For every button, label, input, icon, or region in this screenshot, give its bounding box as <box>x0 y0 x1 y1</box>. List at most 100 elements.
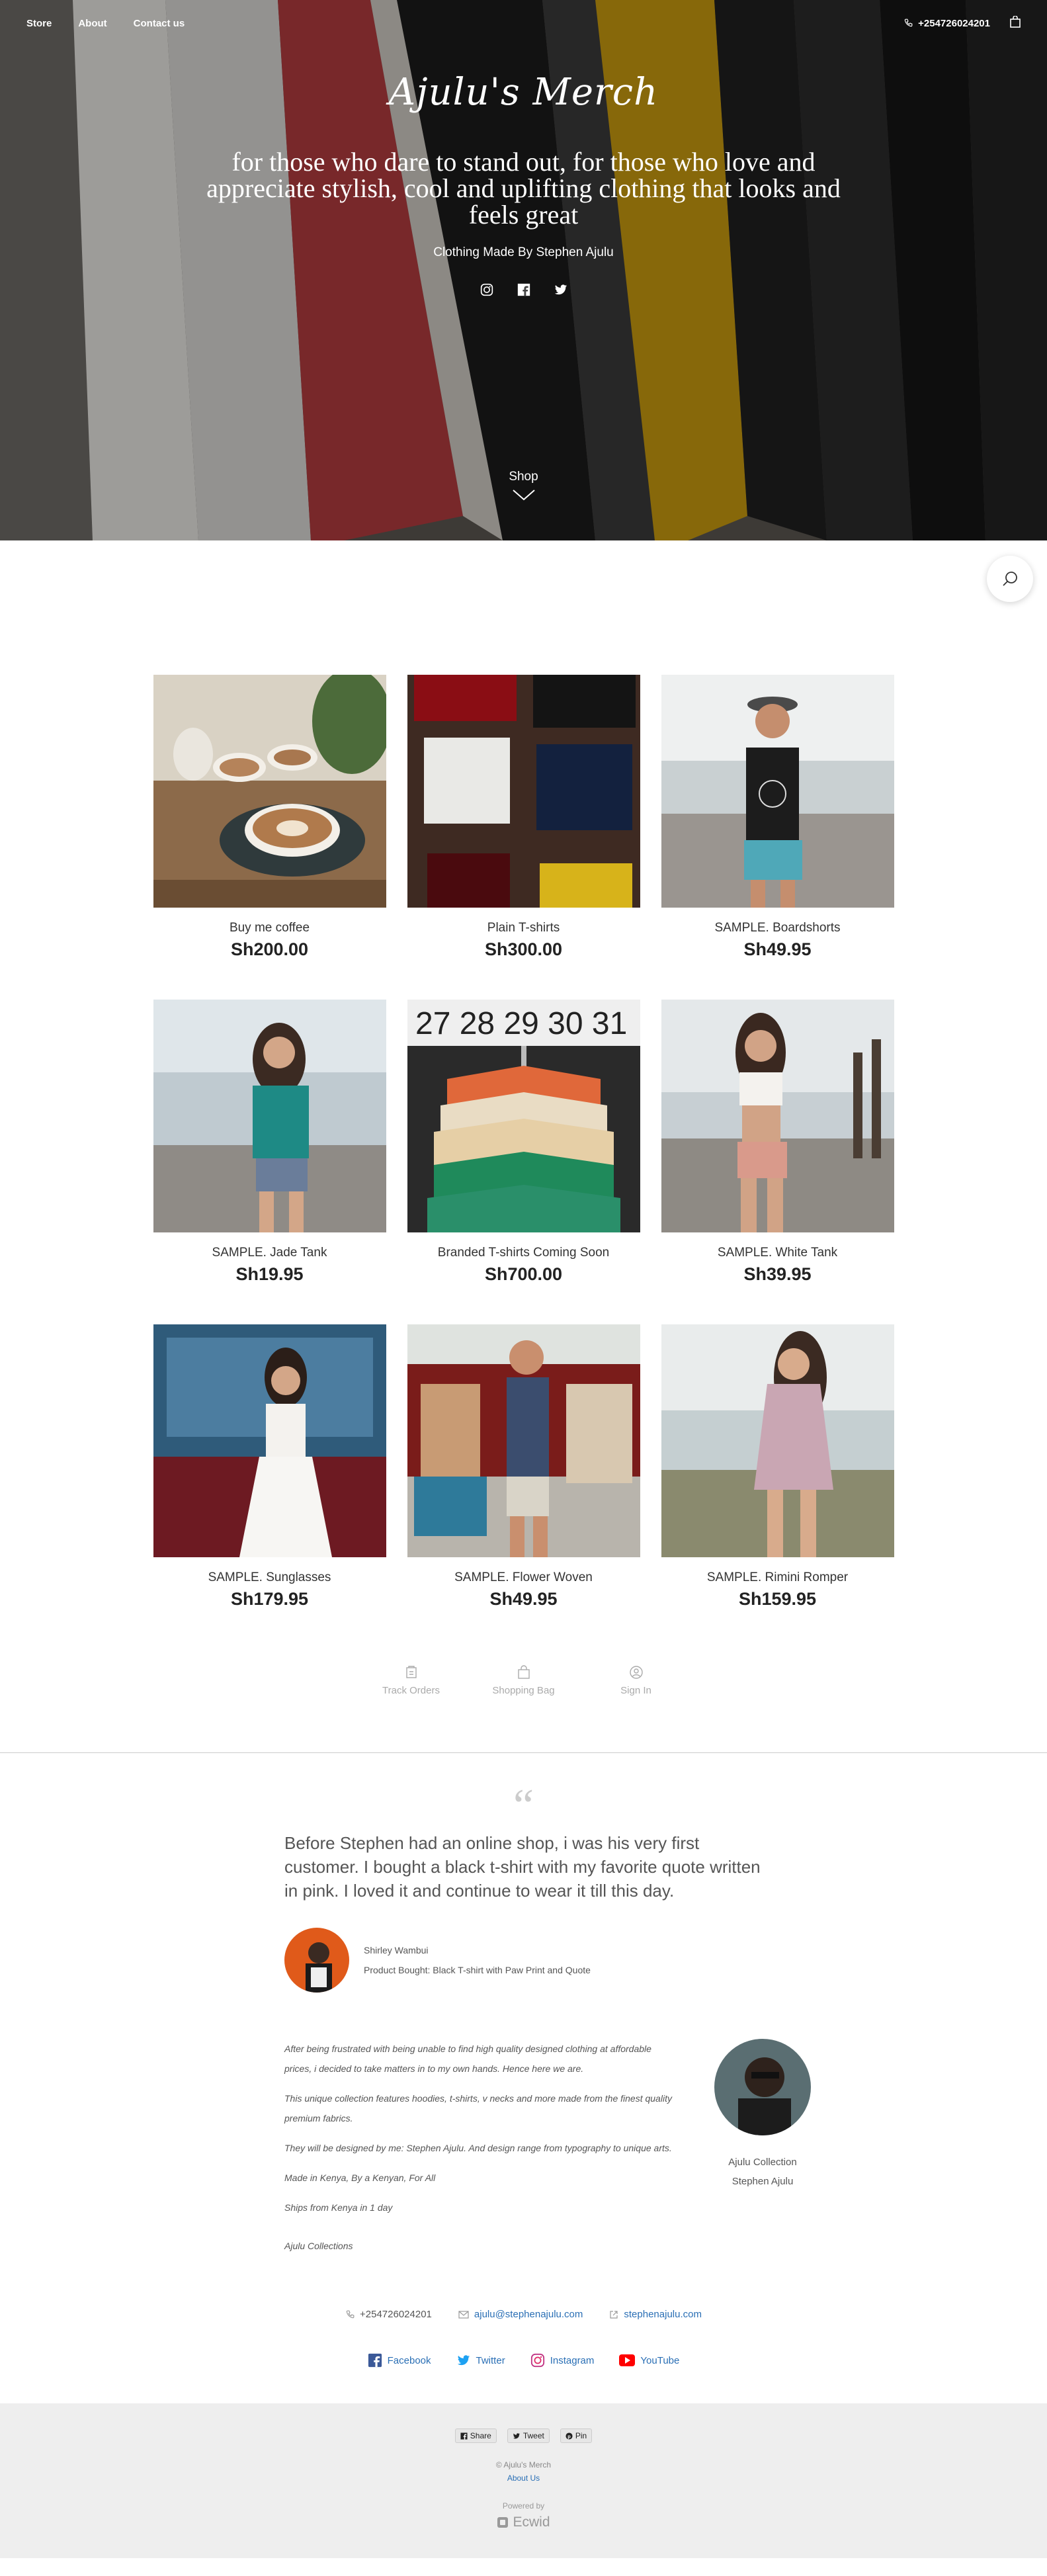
about-paragraph: Made in Kenya, By a Kenyan, For All <box>284 2172 436 2183</box>
svg-text:p: p <box>567 2433 571 2439</box>
tweet-button[interactable]: Tweet <box>507 2428 550 2443</box>
product-name[interactable]: SAMPLE. Boardshorts <box>661 921 894 935</box>
testimonial-author: Shirley Wambui Product Bought: Black T-s… <box>284 1928 1047 1993</box>
author-name: Shirley Wambui <box>364 1945 429 1955</box>
owner-caption-line1: Ajulu Collection <box>728 2157 797 2168</box>
product-image[interactable] <box>153 1000 386 1232</box>
product-name[interactable]: Branded T-shirts Coming Soon <box>407 1246 640 1260</box>
footer: Share Tweet p Pin © Ajulu's Merch About … <box>0 2403 1047 2558</box>
product-name[interactable]: Buy me coffee <box>153 921 386 935</box>
product-name[interactable]: SAMPLE. Rimini Romper <box>661 1570 894 1585</box>
product-price: Sh300.00 <box>484 939 563 959</box>
sign-in-link[interactable]: Sign In <box>600 1665 673 1696</box>
about-paragraph: This unique collection features hoodies,… <box>284 2093 672 2124</box>
track-orders-link[interactable]: Track Orders <box>375 1665 448 1696</box>
author-avatar <box>284 1928 349 1993</box>
product-price: Sh49.95 <box>489 1589 558 1609</box>
store-logo[interactable]: Ajulu's Merch <box>0 63 1047 122</box>
twitter-icon <box>513 2432 520 2438</box>
product-image[interactable] <box>407 675 640 908</box>
share-label: Share <box>470 2431 491 2440</box>
shop-scroll-link[interactable]: Shop <box>0 470 1047 501</box>
youtube-label: YouTube <box>640 2354 680 2366</box>
product-price: Sh700.00 <box>484 1264 563 1284</box>
pinterest-icon: p <box>565 2432 573 2440</box>
about-paragraph: Ships from Kenya in 1 day <box>284 2202 393 2213</box>
facebook-icon <box>368 2353 382 2368</box>
shopping-bag-label: Shopping Bag <box>492 1685 555 1696</box>
hero-tagline: for those who dare to stand out, for tho… <box>206 147 841 230</box>
product-card[interactable]: SAMPLE. Jade Tank Sh19.95 <box>153 1000 386 1285</box>
product-card[interactable]: SAMPLE. White Tank Sh39.95 <box>661 1000 894 1285</box>
youtube-link[interactable]: YouTube <box>619 2353 679 2368</box>
product-card[interactable]: Plain T-shirts Sh300.00 <box>407 675 640 960</box>
track-orders-label: Track Orders <box>382 1685 440 1696</box>
top-navigation: Store About Contact us +254726024201 <box>0 0 1047 46</box>
instagram-link[interactable]: Instagram <box>530 2353 595 2368</box>
account-links: Track Orders Shopping Bag Sign In <box>0 1665 1047 1696</box>
share-buttons: Share Tweet p Pin <box>0 2428 1047 2443</box>
product-name[interactable]: SAMPLE. Jade Tank <box>153 1246 386 1260</box>
svg-text:27 28 29 30 31: 27 28 29 30 31 <box>415 1006 627 1041</box>
instagram-icon[interactable] <box>480 282 494 300</box>
ecwid-label: Ecwid <box>513 2514 550 2530</box>
cart-button[interactable] <box>1010 15 1021 30</box>
facebook-icon[interactable] <box>517 282 531 300</box>
product-image[interactable] <box>661 1000 894 1232</box>
owner-profile: Ajulu Collection Stephen Ajulu <box>714 2039 811 2191</box>
nav-about-link[interactable]: About <box>78 18 106 29</box>
ecwid-logo-link[interactable]: Ecwid <box>0 2514 1047 2530</box>
product-image[interactable] <box>153 1324 386 1557</box>
product-card[interactable]: SAMPLE. Boardshorts Sh49.95 <box>661 675 894 960</box>
product-name[interactable]: SAMPLE. Flower Woven <box>407 1570 640 1585</box>
product-name[interactable]: SAMPLE. Sunglasses <box>153 1570 386 1585</box>
testimonial-text: Before Stephen had an online shop, i was… <box>284 1833 761 1901</box>
product-card[interactable]: Buy me coffee Sh200.00 <box>153 675 386 960</box>
youtube-icon <box>619 2354 636 2366</box>
hero-social-icons <box>0 282 1047 300</box>
footer-about-link[interactable]: About Us <box>0 2473 1047 2483</box>
twitter-icon[interactable] <box>554 282 568 300</box>
product-card[interactable]: SAMPLE. Sunglasses Sh179.95 <box>153 1324 386 1610</box>
product-price: Sh200.00 <box>230 939 309 959</box>
about-paragraph: After being frustrated with being unable… <box>284 2043 651 2074</box>
about-paragraph: Ajulu Collections <box>284 2241 353 2251</box>
twitter-link[interactable]: Twitter <box>456 2353 505 2368</box>
powered-by-label: Powered by <box>502 2501 545 2511</box>
product-grid: Buy me coffee Sh200.00 Plain T-shirts Sh… <box>153 675 894 1610</box>
hero-banner: Store About Contact us +254726024201 Aju… <box>0 0 1047 540</box>
owner-caption-line2: Stephen Ajulu <box>732 2176 794 2187</box>
product-image[interactable]: 27 28 29 30 31 <box>407 1000 640 1232</box>
product-card[interactable]: SAMPLE. Flower Woven Sh49.95 <box>407 1324 640 1610</box>
facebook-share-button[interactable]: Share <box>454 2428 497 2443</box>
facebook-link[interactable]: Facebook <box>368 2353 431 2368</box>
shop-label: Shop <box>509 470 538 484</box>
nav-phone-link[interactable]: +254726024201 <box>903 18 990 29</box>
pin-label: Pin <box>575 2431 587 2440</box>
facebook-label: Facebook <box>387 2354 431 2366</box>
pin-button[interactable]: p Pin <box>560 2428 593 2443</box>
copyright-text: © Ajulu's Merch <box>495 2460 552 2469</box>
nav-store-link[interactable]: Store <box>26 18 52 29</box>
product-image[interactable] <box>153 675 386 908</box>
product-card[interactable]: SAMPLE. Rimini Romper Sh159.95 <box>661 1324 894 1610</box>
nav-contact-link[interactable]: Contact us <box>134 18 185 29</box>
shopping-bag-link[interactable]: Shopping Bag <box>487 1665 560 1696</box>
product-price: Sh159.95 <box>738 1589 817 1609</box>
about-paragraph: They will be designed by me: Stephen Aju… <box>284 2143 672 2153</box>
tweet-label: Tweet <box>523 2431 544 2440</box>
shopping-bag-icon <box>517 1665 530 1679</box>
product-name[interactable]: SAMPLE. White Tank <box>661 1246 894 1260</box>
social-links-row: Facebook Twitter Instagram YouTube <box>0 2353 1047 2368</box>
product-name[interactable]: Plain T-shirts <box>407 921 640 935</box>
instagram-label: Instagram <box>550 2354 595 2366</box>
quote-mark: “ <box>513 1780 534 1831</box>
testimonial-section: “ Before Stephen had an online shop, i w… <box>0 1753 1047 1993</box>
sign-in-label: Sign In <box>620 1685 651 1696</box>
chevron-down-icon <box>512 490 535 501</box>
product-image[interactable] <box>407 1324 640 1557</box>
hero-content: Ajulu's Merch for those who dare to stan… <box>0 63 1047 300</box>
product-image[interactable] <box>661 1324 894 1557</box>
product-card[interactable]: 27 28 29 30 31 Branded T-shirts Coming S… <box>407 1000 640 1285</box>
product-image[interactable] <box>661 675 894 908</box>
